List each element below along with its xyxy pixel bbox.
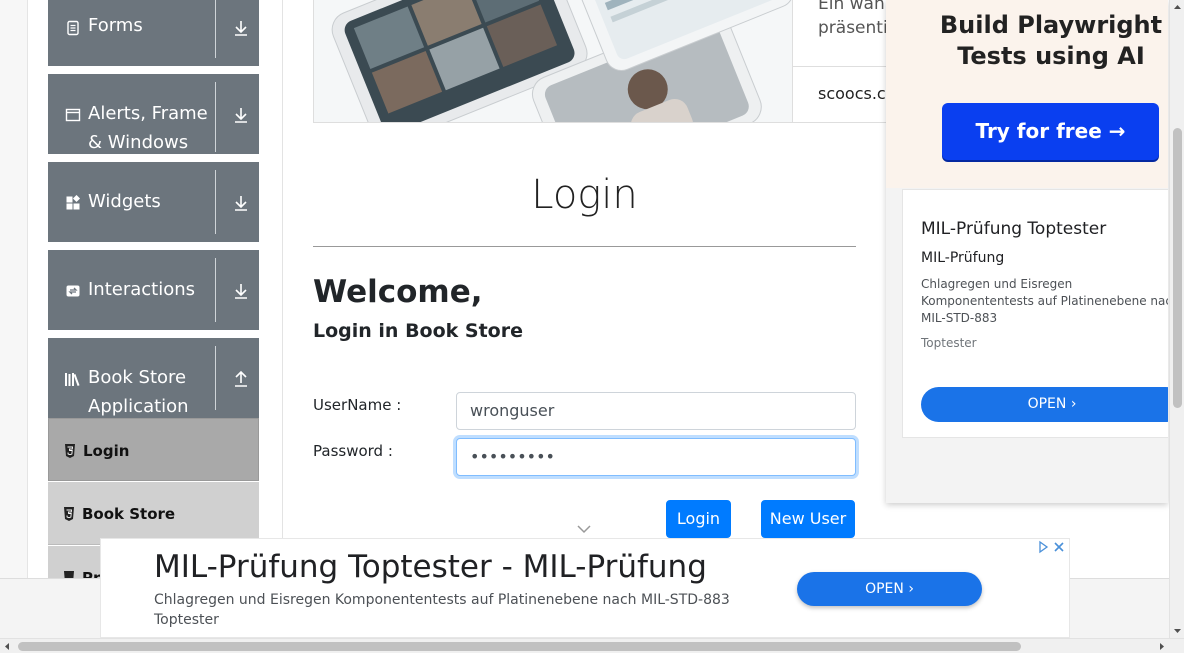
right-ad[interactable]: Build Playwright Tests using AI Try for …: [886, 0, 1168, 503]
sidebar-group-label: Book Store Application: [88, 367, 189, 417]
bottom-ad-advertiser: Toptester: [154, 612, 219, 628]
ad-description: Chlagregen und Eisregen Komponententests…: [921, 277, 1168, 325]
scroll-left-icon[interactable]: [0, 639, 15, 653]
password-label: Password :: [313, 442, 393, 460]
vertical-scrollbar[interactable]: [1169, 0, 1184, 638]
page-title: Login: [531, 172, 638, 218]
banner-text: Ein wahr präsentie scoocs.c: [792, 0, 891, 122]
chevron-right-icon: ›: [1070, 396, 1077, 412]
ad-title: MIL-Prüfung Toptester: [921, 219, 1107, 239]
sidebar-item-login[interactable]: Login: [48, 418, 259, 481]
sidebar: Forms Alerts, Frame & Windows Widgets In…: [28, 0, 283, 578]
download-arrow-icon: [235, 108, 247, 123]
new-user-button[interactable]: New User: [761, 500, 855, 538]
divider: [215, 258, 216, 322]
ad-card[interactable]: MIL-Prüfung Toptester MIL-Prüfung Chlagr…: [902, 189, 1168, 438]
password-input[interactable]: •••••••••: [456, 438, 856, 476]
sidebar-group-interactions[interactable]: Interactions: [48, 250, 259, 330]
top-banner-ad[interactable]: Ein wahr präsentie scoocs.c: [313, 0, 891, 123]
scroll-up-icon[interactable]: [1170, 0, 1184, 15]
download-arrow-icon: [235, 196, 247, 211]
sidebar-group-label: Alerts, Frame & Windows: [88, 103, 208, 153]
left-gutter: [0, 0, 28, 578]
login-button[interactable]: Login: [666, 500, 731, 538]
username-label: UserName :: [313, 396, 402, 414]
divider: [215, 82, 216, 152]
phones-illustration: [331, 0, 792, 122]
vertical-scroll-thumb[interactable]: [1173, 128, 1182, 408]
browser-viewport: { "sidebar": { "groups": [ {"label": "Fo…: [0, 0, 1184, 653]
ad-open-label: OPEN: [865, 581, 904, 597]
divider: [793, 66, 890, 67]
bottom-ad-description: Chlagregen und Eisregen Komponententests…: [154, 592, 730, 608]
banner-line-1: Ein wahr: [818, 0, 891, 14]
window-icon: [65, 108, 81, 122]
sidebar-group-forms[interactable]: Forms: [48, 0, 259, 66]
banner-site: scoocs.c: [818, 84, 886, 103]
divider: [215, 0, 216, 58]
login-subtitle: Login in Book Store: [313, 320, 523, 342]
bottom-ad[interactable]: MIL-Prüfung Toptester - MIL-Prüfung Chla…: [100, 538, 1070, 638]
bottom-ad-open-button[interactable]: OPEN ›: [797, 572, 982, 606]
scroll-down-icon[interactable]: [1170, 623, 1184, 638]
chevron-right-icon: ›: [908, 581, 914, 597]
widgets-icon: [66, 195, 81, 210]
sidebar-item-label: Pr: [82, 569, 101, 578]
interactions-icon: [66, 285, 80, 297]
sidebar-group-label: Forms: [88, 15, 143, 36]
ad-top-panel: Build Playwright Tests using AI Try for …: [886, 0, 1168, 188]
sidebar-group-label: Interactions: [88, 279, 196, 300]
ad-open-label: OPEN: [1027, 396, 1067, 412]
scroll-right-icon[interactable]: [1154, 639, 1169, 653]
ad-headline: Build Playwright Tests using AI: [939, 11, 1163, 70]
chevron-down-icon[interactable]: [576, 523, 592, 535]
welcome-heading: Welcome,: [313, 274, 483, 310]
books-icon: [65, 373, 80, 386]
divider: [215, 346, 216, 410]
try-for-free-button[interactable]: Try for free →: [942, 103, 1159, 160]
ad-open-button[interactable]: OPEN ›: [921, 387, 1168, 422]
sidebar-group-book-store-application[interactable]: Book Store Application: [48, 338, 259, 418]
document-icon: [67, 20, 79, 36]
upload-arrow-icon: [235, 370, 247, 387]
html5-icon: [64, 507, 74, 521]
html5-icon: [64, 571, 74, 578]
ad-subtitle: MIL-Prüfung: [921, 250, 1005, 266]
username-input[interactable]: wronguser: [456, 392, 856, 430]
sidebar-item-label: Login: [83, 442, 130, 460]
html5-icon: [65, 444, 75, 458]
horizontal-scroll-thumb[interactable]: [18, 642, 1021, 651]
sidebar-group-label: Widgets: [88, 191, 161, 212]
sidebar-item-book-store[interactable]: Book Store: [48, 482, 259, 545]
sidebar-item-label: Book Store: [82, 505, 176, 523]
sidebar-group-alerts[interactable]: Alerts, Frame & Windows: [48, 74, 259, 154]
banner-image: [314, 0, 792, 122]
horizontal-scrollbar[interactable]: [0, 638, 1184, 653]
adchoices-icon[interactable]: [1038, 540, 1068, 554]
divider: [215, 170, 216, 234]
ad-advertiser: Toptester: [921, 336, 977, 350]
sidebar-group-widgets[interactable]: Widgets: [48, 162, 259, 242]
download-arrow-icon: [235, 21, 247, 36]
bottom-ad-headline: MIL-Prüfung Toptester - MIL-Prüfung: [154, 549, 707, 585]
download-arrow-icon: [235, 284, 247, 299]
banner-line: Ein wahr präsentie: [818, 0, 891, 40]
divider: [313, 246, 856, 247]
banner-line-2: präsentie: [818, 18, 891, 38]
